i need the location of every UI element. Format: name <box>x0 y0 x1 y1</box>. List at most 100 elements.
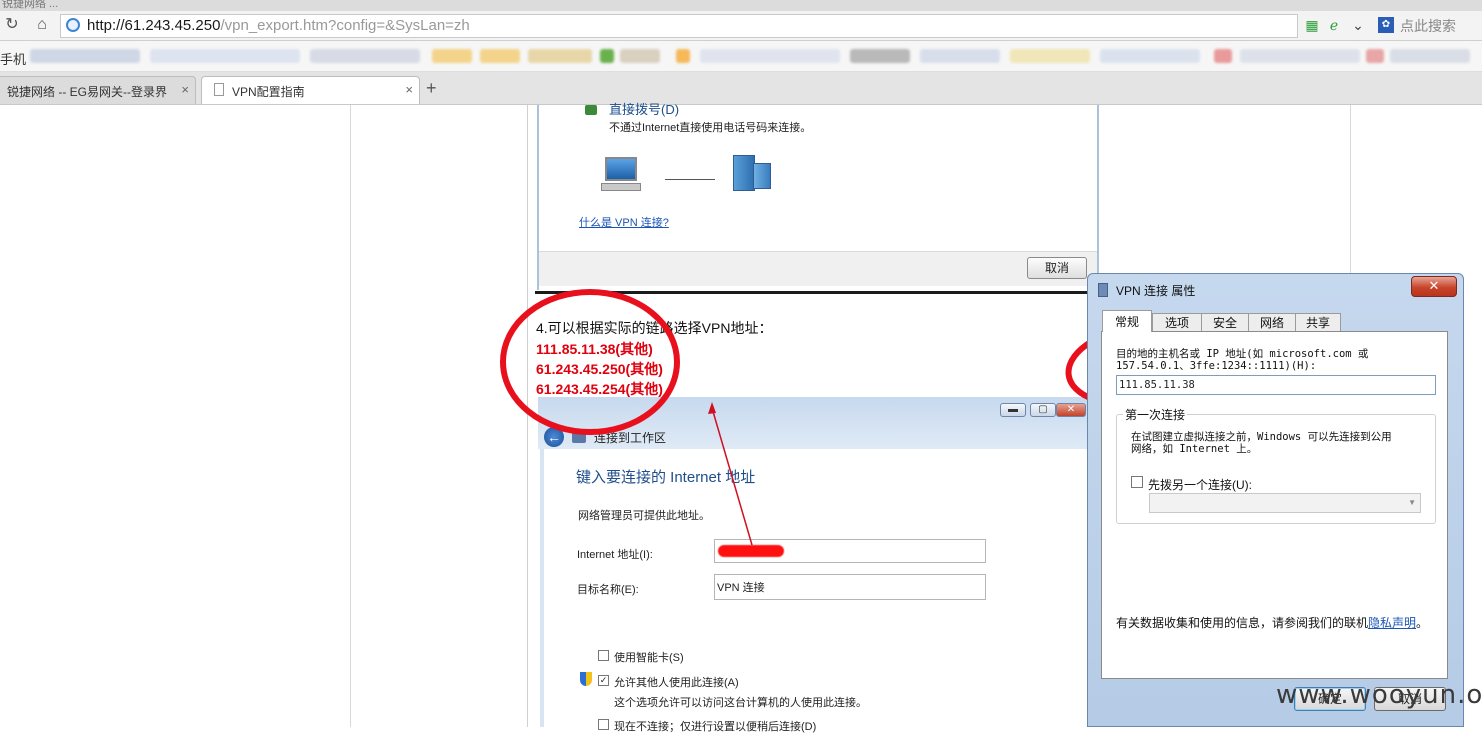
close-tab-icon[interactable]: × <box>181 82 189 97</box>
address-toolbar: ↻ ⌂ http://61.243.45.250/vpn_export.htm?… <box>0 11 1482 41</box>
blurred-bookmark <box>1010 49 1090 63</box>
uac-shield-icon <box>580 672 592 686</box>
tab-options[interactable]: 选项 <box>1152 313 1202 332</box>
dial-other-select[interactable]: ▼ <box>1149 493 1421 513</box>
host-label-line2: 157.54.0.1、3ffe:1234::1111)(H): <box>1116 360 1317 372</box>
blurred-bookmark <box>480 49 520 63</box>
general-tab-panel: 目的地的主机名或 IP 地址(如 microsoft.com 或 157.54.… <box>1101 331 1448 679</box>
tab-label: VPN配置指南 <box>232 85 305 99</box>
privacy-link[interactable]: 隐私声明 <box>1368 616 1416 630</box>
option-title: 直接拨号(D) <box>609 102 680 117</box>
window-title: 锐捷网络 ... <box>2 0 59 10</box>
baidu-paw-icon[interactable]: ✿ <box>1378 17 1394 33</box>
tab-vpn-guide[interactable]: VPN配置指南 × <box>201 76 420 104</box>
watermark: www.wooyun.org <box>1276 680 1482 710</box>
group-label: 第一次连接 <box>1123 406 1188 423</box>
destination-input: VPN 连接 <box>714 574 986 600</box>
dial-other-checkbox[interactable] <box>1131 476 1143 488</box>
blurred-bookmark <box>30 49 140 63</box>
allow-others-desc: 这个选项允许可以访问这台计算机的人使用此连接。 <box>614 697 867 709</box>
tab-general[interactable]: 常规 <box>1102 310 1152 332</box>
internet-address-label: Internet 地址(I): <box>577 549 653 561</box>
bookmarks-bar: 手机 <box>0 41 1482 72</box>
ip-option: 111.85.11.38(其他) <box>536 341 653 357</box>
blurred-bookmark <box>1390 49 1470 63</box>
page-icon <box>214 83 224 96</box>
close-icon: ✕ <box>1056 403 1086 417</box>
maximize-icon: ▢ <box>1030 403 1056 417</box>
destination-label: 目标名称(E): <box>577 584 639 596</box>
blurred-bookmark <box>700 49 840 63</box>
blurred-bookmark <box>528 49 592 63</box>
vpn-help-link[interactable]: 什么是 VPN 连接? <box>579 214 669 230</box>
wizard-heading: 键入要连接的 Internet 地址 <box>576 469 756 486</box>
tab-networking[interactable]: 网络 <box>1248 313 1296 332</box>
qr-code-icon[interactable]: ▦ <box>1304 17 1320 33</box>
allow-others-label: 允许其他人使用此连接(A) <box>614 677 739 689</box>
speed-mode-icon[interactable]: ℯ <box>1326 17 1342 33</box>
smartcard-label: 使用智能卡(S) <box>614 652 684 664</box>
blurred-bookmark <box>150 49 300 63</box>
layout-divider <box>350 105 351 727</box>
option-desc: 不通过Internet直接使用电话号码来连接。 <box>609 122 812 134</box>
tab-strip: 锐捷网络 -- EG易网关--登录界 × VPN配置指南 × + <box>0 72 1482 105</box>
tab-sharing[interactable]: 共享 <box>1295 313 1341 332</box>
wizard-titlebar: ▬ ▢ ✕ ← 连接到工作区 <box>538 397 1088 449</box>
network-icon <box>572 431 586 443</box>
vpn-properties-dialog: VPN 连接 属性 ✕ 常规 选项 安全 网络 共享 目的地的主机名或 IP 地… <box>1087 273 1464 727</box>
blurred-bookmark <box>920 49 1000 63</box>
page-security-icon <box>66 18 80 32</box>
wizard-description: 网络管理员可提供此地址。 <box>578 510 710 522</box>
ip-option: 61.243.45.250(其他) <box>536 361 663 377</box>
step-4-text: 4.可以根据实际的链路选择VPN地址： <box>536 320 773 336</box>
blurred-bookmark <box>1366 49 1384 63</box>
blurred-bookmark <box>310 49 420 63</box>
close-icon[interactable]: ✕ <box>1411 276 1457 297</box>
privacy-text: 有关数据收集和使用的信息，请参阅我们的联机 <box>1116 616 1369 630</box>
dialog-footer: 取消 <box>539 251 1097 286</box>
blurred-bookmark <box>1214 49 1232 63</box>
smartcard-checkbox <box>598 650 609 661</box>
section-divider <box>535 291 1087 294</box>
new-tab-button[interactable]: + <box>426 78 437 99</box>
dialog-title: VPN 连接 属性 <box>1116 284 1196 298</box>
dont-connect-label: 现在不连接；仅进行设置以便稍后连接(D) <box>614 721 817 733</box>
reload-icon[interactable]: ↻ <box>2 15 22 35</box>
blurred-bookmark <box>676 49 690 63</box>
redacted-address <box>718 545 784 557</box>
blurred-bookmark <box>432 49 472 63</box>
computer-icon <box>601 157 641 193</box>
chevron-down-icon[interactable]: ⌄ <box>1350 17 1366 33</box>
allow-others-checkbox: ✓ <box>598 675 609 686</box>
cancel-button[interactable]: 取消 <box>1027 257 1087 279</box>
close-tab-icon[interactable]: × <box>405 82 413 97</box>
blurred-bookmark <box>600 49 614 63</box>
connection-line <box>665 179 715 180</box>
blurred-bookmark <box>620 49 660 63</box>
arrow-icon <box>585 105 597 115</box>
first-connect-group: 第一次连接 在试图建立虚拟连接之前，Windows 可以先连接到公用 网络，如 … <box>1116 406 1436 524</box>
address-bar[interactable]: http://61.243.45.250/vpn_export.htm?conf… <box>60 14 1298 38</box>
ip-option: 61.243.45.254(其他) <box>536 381 663 397</box>
minimize-icon: ▬ <box>1000 403 1026 417</box>
tab-security[interactable]: 安全 <box>1201 313 1249 332</box>
url-text: http://61.243.45.250/vpn_export.htm?conf… <box>87 17 470 34</box>
chevron-down-icon: ▼ <box>1408 498 1416 507</box>
first-connect-desc-line2: 网络，如 Internet 上。 <box>1131 443 1258 455</box>
dialog-icon <box>1098 283 1108 297</box>
bookmark-mobile[interactable]: 手机 <box>0 49 26 68</box>
server-icon <box>733 155 773 191</box>
host-input[interactable]: 111.85.11.38 <box>1116 375 1436 395</box>
search-box[interactable]: 点此搜索 <box>1400 16 1456 36</box>
home-icon[interactable]: ⌂ <box>32 15 52 35</box>
blurred-bookmark <box>1100 49 1200 63</box>
privacy-end: 。 <box>1416 616 1429 630</box>
content-column-edge <box>527 105 528 727</box>
tab-label: 锐捷网络 -- EG易网关--登录界 <box>7 85 167 99</box>
tab-ruijie-login[interactable]: 锐捷网络 -- EG易网关--登录界 × <box>0 76 196 104</box>
privacy-note: 有关数据收集和使用的信息，请参阅我们的联机隐私声明。 <box>1116 614 1428 631</box>
blurred-bookmark <box>850 49 910 63</box>
dial-other-label: 先拨另一个连接(U): <box>1148 478 1252 492</box>
blurred-bookmark <box>1240 49 1360 63</box>
back-arrow-icon: ← <box>544 427 564 447</box>
